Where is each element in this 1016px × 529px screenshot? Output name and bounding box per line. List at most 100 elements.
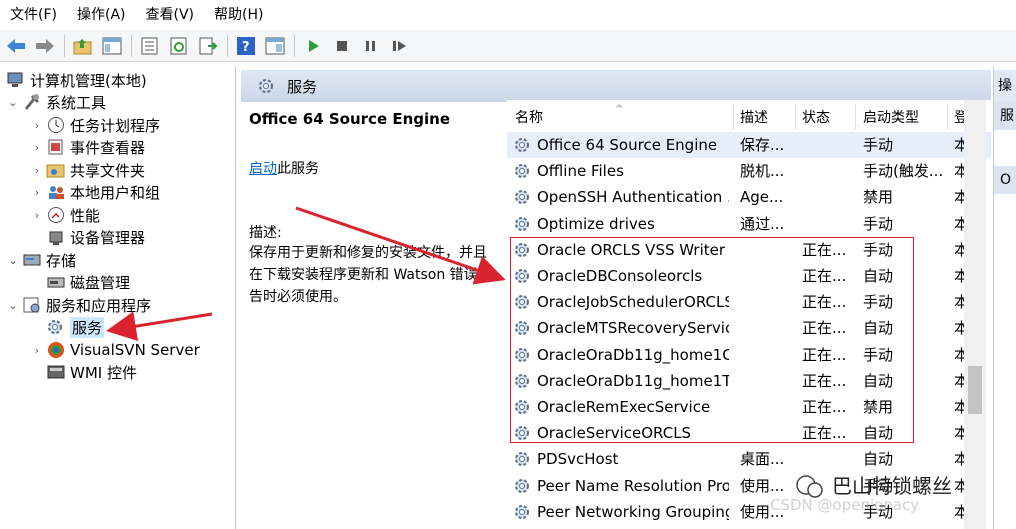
tree-label: 事件查看器 <box>70 138 146 157</box>
service-row[interactable]: Optimize drives 通过... 手动本 <box>507 211 991 237</box>
tree-item-performance[interactable]: › 性能 <box>30 204 100 226</box>
storage-icon <box>22 251 42 269</box>
scrollbar-thumb[interactable] <box>968 366 982 414</box>
show-tree-icon[interactable] <box>100 34 124 58</box>
menu-file[interactable]: 文件(F) <box>0 0 67 30</box>
console-tree: 计算机管理(本地) ⌄ 系统工具 › 任务计划程序 › 事件查看器 › 共享文件… <box>0 66 236 529</box>
action-suffix: 此服务 <box>277 161 319 177</box>
service-status <box>802 446 852 472</box>
column-header-status[interactable]: 状态 <box>802 104 830 130</box>
toolbar: ? <box>0 30 1016 62</box>
service-startup-type: 自动 <box>863 450 894 469</box>
service-name: Optimize drives <box>537 214 655 233</box>
stop-icon[interactable] <box>330 34 354 58</box>
menu-view[interactable]: 查看(V) <box>136 0 205 30</box>
menu-bar: 文件(F) 操作(A) 查看(V) 帮助(H) <box>0 0 1016 30</box>
actions-item-selected[interactable]: O <box>994 166 1016 194</box>
gear-icon <box>513 450 533 468</box>
tree-label: VisualSVN Server <box>70 341 200 359</box>
vertical-scrollbar[interactable] <box>964 100 986 529</box>
tools-icon <box>22 93 42 111</box>
service-status <box>802 132 852 158</box>
column-divider[interactable] <box>947 104 948 130</box>
tree-item-task-scheduler[interactable]: › 任务计划程序 <box>30 114 160 136</box>
tree-label: 服务 <box>70 316 105 338</box>
gear-icon <box>46 318 66 336</box>
actions-item-services[interactable]: 服 <box>994 102 1016 130</box>
menu-action[interactable]: 操作(A) <box>67 0 136 30</box>
tree-label: 设备管理器 <box>70 228 146 247</box>
tree-item-disk-management[interactable]: 磁盘管理 <box>44 271 130 293</box>
column-header-startup[interactable]: 启动类型 <box>863 104 919 130</box>
service-row[interactable]: Office 64 Source Engine 保存... 手动本 <box>507 132 991 158</box>
column-divider[interactable] <box>733 104 734 130</box>
gear-icon <box>257 77 275 95</box>
wmi-icon <box>46 363 66 381</box>
tree-label: 磁盘管理 <box>70 273 131 292</box>
chevron-right-icon[interactable]: › <box>30 344 44 357</box>
tree-item-wmi[interactable]: WMI 控件 <box>44 361 137 383</box>
gear-icon <box>513 136 533 154</box>
help-icon[interactable]: ? <box>234 34 258 58</box>
service-row[interactable]: PDSvcHost 桌面... 自动本 <box>507 446 991 472</box>
description-text: 保存用于更新和修复的安装文件，并且在下载安装程序更新和 Watson 错误报告时… <box>249 245 492 305</box>
chevron-right-icon[interactable]: › <box>30 186 44 199</box>
gear-icon <box>513 162 533 180</box>
column-header-name[interactable]: 名称 <box>515 104 543 130</box>
tree-label: 存储 <box>46 251 77 270</box>
tree-item-visualsvn[interactable]: › VisualSVN Server <box>30 339 200 361</box>
chevron-right-icon[interactable]: › <box>30 209 44 222</box>
tree-item-device-manager[interactable]: 设备管理器 <box>44 226 145 248</box>
restart-icon[interactable] <box>388 34 412 58</box>
toolbar-separator <box>131 34 132 57</box>
column-divider[interactable] <box>855 104 856 130</box>
chevron-down-icon[interactable]: ⌄ <box>6 299 20 312</box>
properties-icon[interactable] <box>138 34 162 58</box>
up-folder-icon[interactable] <box>71 34 95 58</box>
column-header-description[interactable]: 描述 <box>740 104 768 130</box>
event-viewer-icon <box>46 138 66 156</box>
service-status <box>802 211 852 237</box>
panel-title: 服务 <box>287 77 318 96</box>
watermark-text: 巴山特锁螺丝 <box>832 474 952 498</box>
tree-item-shared-folders[interactable]: › 共享文件夹 <box>30 159 145 181</box>
service-row[interactable]: OpenSSH Authentication ... Age... 禁用本 <box>507 184 991 210</box>
back-icon[interactable] <box>4 34 28 58</box>
service-row[interactable]: Offline Files 脱机... 手动(触发... 本 <box>507 158 991 184</box>
service-description: 桌面... <box>740 450 785 469</box>
start-service-link[interactable]: 启动 <box>249 161 277 177</box>
chevron-down-icon[interactable]: ⌄ <box>6 96 20 109</box>
chevron-right-icon[interactable]: › <box>30 164 44 177</box>
tree-item-services-apps[interactable]: ⌄ 服务和应用程序 <box>6 294 151 316</box>
service-description: 使用... <box>740 476 785 495</box>
wechat-icon <box>796 475 823 498</box>
console-icon[interactable] <box>263 34 287 58</box>
gear-icon <box>513 215 533 233</box>
tree-item-root[interactable]: 计算机管理(本地) <box>4 69 147 91</box>
start-icon[interactable] <box>301 34 325 58</box>
service-description: Age... <box>740 188 784 207</box>
menu-help[interactable]: 帮助(H) <box>204 0 273 30</box>
tree-item-system-tools[interactable]: ⌄ 系统工具 <box>6 91 106 113</box>
column-divider[interactable] <box>795 104 796 130</box>
refresh-icon[interactable] <box>167 34 191 58</box>
forward-icon[interactable] <box>33 34 57 58</box>
chevron-right-icon[interactable]: › <box>30 141 44 154</box>
export-icon[interactable] <box>196 34 220 58</box>
tree-label: 计算机管理(本地) <box>30 71 147 90</box>
disk-icon <box>46 273 66 291</box>
service-startup-type: 手动 <box>863 214 894 233</box>
chevron-right-icon[interactable]: › <box>30 119 44 132</box>
tree-item-storage[interactable]: ⌄ 存储 <box>6 249 76 271</box>
device-manager-icon <box>46 228 66 246</box>
pause-icon[interactable] <box>359 34 383 58</box>
tree-item-local-users[interactable]: › 本地用户和组 <box>30 181 160 203</box>
tree-label: 共享文件夹 <box>70 161 146 180</box>
service-title: Office 64 Source Engine <box>249 110 450 128</box>
tree-label: 服务和应用程序 <box>46 296 152 315</box>
chevron-down-icon[interactable]: ⌄ <box>6 254 20 267</box>
service-name: OpenSSH Authentication ... <box>537 188 729 207</box>
tree-item-services[interactable]: 服务 <box>44 316 105 338</box>
tree-item-event-viewer[interactable]: › 事件查看器 <box>30 136 145 158</box>
tree-label: 本地用户和组 <box>70 183 161 202</box>
